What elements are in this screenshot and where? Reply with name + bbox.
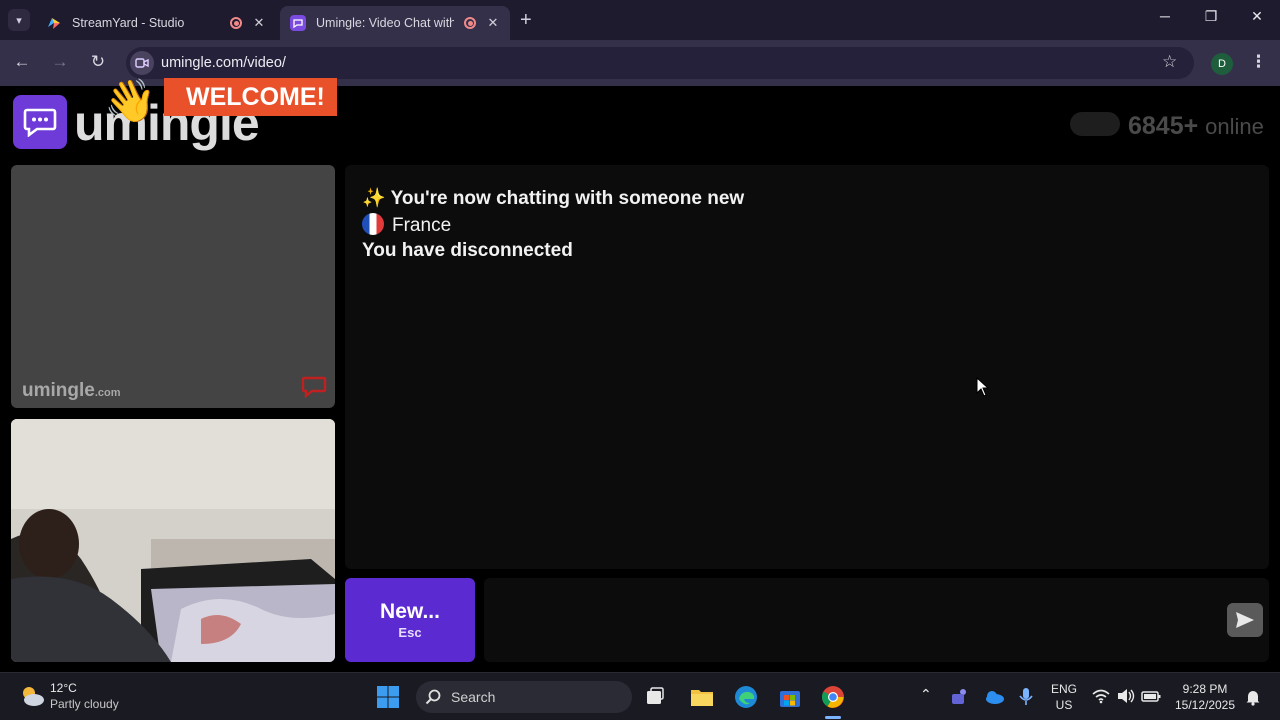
remote-video: umingle.com <box>11 165 335 408</box>
video-watermark: umingle.com <box>22 380 121 402</box>
active-app-indicator <box>825 716 841 719</box>
search-icon <box>425 689 441 705</box>
streamyard-favicon-icon <box>48 18 60 29</box>
chevron-down-icon: ▾ <box>16 14 22 27</box>
online-count: 6845+ <box>1128 112 1199 140</box>
chat-message-connected: ✨ You're now chatting with someone new <box>362 188 745 209</box>
online-counter: 6845+ online <box>1128 112 1264 141</box>
url-text[interactable]: umingle.com/video/ <box>161 55 286 71</box>
volume-icon[interactable] <box>1117 688 1135 704</box>
umingle-page: umingle WELCOME! 👋 6845+ online umingle.… <box>0 77 1280 672</box>
france-flag-icon <box>362 213 384 235</box>
reload-button[interactable]: ↻ <box>87 52 109 72</box>
tab-streamyard[interactable]: StreamYard - Studio ✕ <box>36 6 276 40</box>
browser-menu-icon[interactable]: ⋮ <box>1250 52 1267 72</box>
site-info-button[interactable] <box>130 51 154 75</box>
close-window-button[interactable]: ✕ <box>1247 8 1267 25</box>
bookmark-star-icon[interactable]: ☆ <box>1162 52 1177 72</box>
clock-time[interactable]: 9:28 PM <box>1170 682 1240 696</box>
send-icon <box>1236 612 1254 628</box>
watermark-text: umingle <box>22 380 95 401</box>
browser-tabstrip: ▾ StreamYard - Studio ✕ Umingle: Video C… <box>0 0 1280 40</box>
recording-icon <box>464 17 476 29</box>
local-video <box>11 419 335 662</box>
show-hidden-icons-chevron-icon[interactable]: ⌃ <box>920 686 932 703</box>
edge-browser-icon[interactable] <box>734 685 758 709</box>
weather-temperature[interactable]: 12°C <box>50 681 77 695</box>
new-tab-button[interactable]: + <box>520 9 532 31</box>
reload-icon: ↻ <box>90 52 106 71</box>
minimize-button[interactable]: ─ <box>1155 8 1175 24</box>
umingle-favicon-icon <box>290 15 306 31</box>
taskbar-search-label[interactable]: Search <box>451 689 495 705</box>
close-icon: ✕ <box>1251 8 1263 24</box>
new-chat-label: New... <box>380 600 440 623</box>
country-text: France <box>392 215 452 236</box>
input-language[interactable]: ENG <box>1048 682 1080 696</box>
arrow-right-icon: → <box>51 52 69 71</box>
report-flag-icon[interactable] <box>301 376 327 398</box>
camera-icon <box>135 58 149 68</box>
windows-start-icon[interactable] <box>376 685 400 709</box>
umingle-logo-icon[interactable] <box>13 95 67 149</box>
input-region[interactable]: US <box>1048 698 1080 712</box>
microsoft-store-icon[interactable] <box>778 685 802 709</box>
file-explorer-icon[interactable] <box>690 685 714 709</box>
task-view-icon[interactable] <box>643 685 667 709</box>
local-camera-feed <box>11 419 335 662</box>
profile-avatar[interactable]: D <box>1211 53 1233 75</box>
welcome-text: WELCOME! <box>164 78 337 116</box>
close-tab-icon[interactable]: ✕ <box>252 15 266 31</box>
address-bar[interactable] <box>126 47 1194 79</box>
back-button[interactable]: ← <box>11 52 33 72</box>
plus-icon: + <box>520 9 532 31</box>
chrome-icon[interactable] <box>821 685 845 709</box>
arrow-left-icon: ← <box>13 52 31 71</box>
chat-log-panel <box>345 165 1269 569</box>
tab-umingle[interactable]: Umingle: Video Chat with Sti ✕ <box>280 6 510 40</box>
close-tab-icon[interactable]: ✕ <box>486 15 500 31</box>
restore-icon: ❐ <box>1204 8 1218 24</box>
send-message-button[interactable] <box>1227 603 1263 637</box>
notification-bell-icon[interactable] <box>1244 688 1262 706</box>
chat-message-country: France <box>362 213 451 237</box>
microphone-icon[interactable] <box>1018 687 1034 707</box>
forward-button[interactable]: → <box>49 52 71 72</box>
online-toggle[interactable] <box>1070 112 1120 136</box>
clock-date[interactable]: 15/12/2025 <box>1170 698 1240 712</box>
taskbar-search-box[interactable] <box>416 681 632 713</box>
welcome-banner: WELCOME! 👋 <box>104 77 344 128</box>
watermark-suffix: .com <box>94 387 121 399</box>
tab-title: StreamYard - Studio <box>72 16 185 30</box>
chat-message-disconnected: You have disconnected <box>362 240 573 261</box>
wifi-icon[interactable] <box>1092 688 1110 704</box>
minimize-icon: ─ <box>1160 8 1170 24</box>
new-chat-button[interactable]: New... Esc <box>345 578 475 662</box>
new-chat-shortcut: Esc <box>398 625 422 640</box>
tab-search-menu-button[interactable]: ▾ <box>8 9 30 31</box>
recording-icon <box>230 17 242 29</box>
mouse-cursor-icon <box>976 377 990 397</box>
onedrive-icon[interactable] <box>983 688 1005 706</box>
partly-cloudy-icon[interactable] <box>18 683 46 709</box>
windows-taskbar: 12°C Partly cloudy Search ⌃ ENG US 9:28 … <box>0 672 1280 720</box>
teams-icon[interactable] <box>950 687 970 707</box>
battery-icon[interactable] <box>1141 688 1161 704</box>
tab-title: Umingle: Video Chat with Sti <box>316 16 454 30</box>
online-label: online <box>1205 114 1264 139</box>
chat-message-input[interactable] <box>484 578 1269 662</box>
weather-condition[interactable]: Partly cloudy <box>50 697 119 711</box>
restore-button[interactable]: ❐ <box>1201 8 1221 25</box>
waving-hand-icon: 👋 <box>104 77 157 124</box>
